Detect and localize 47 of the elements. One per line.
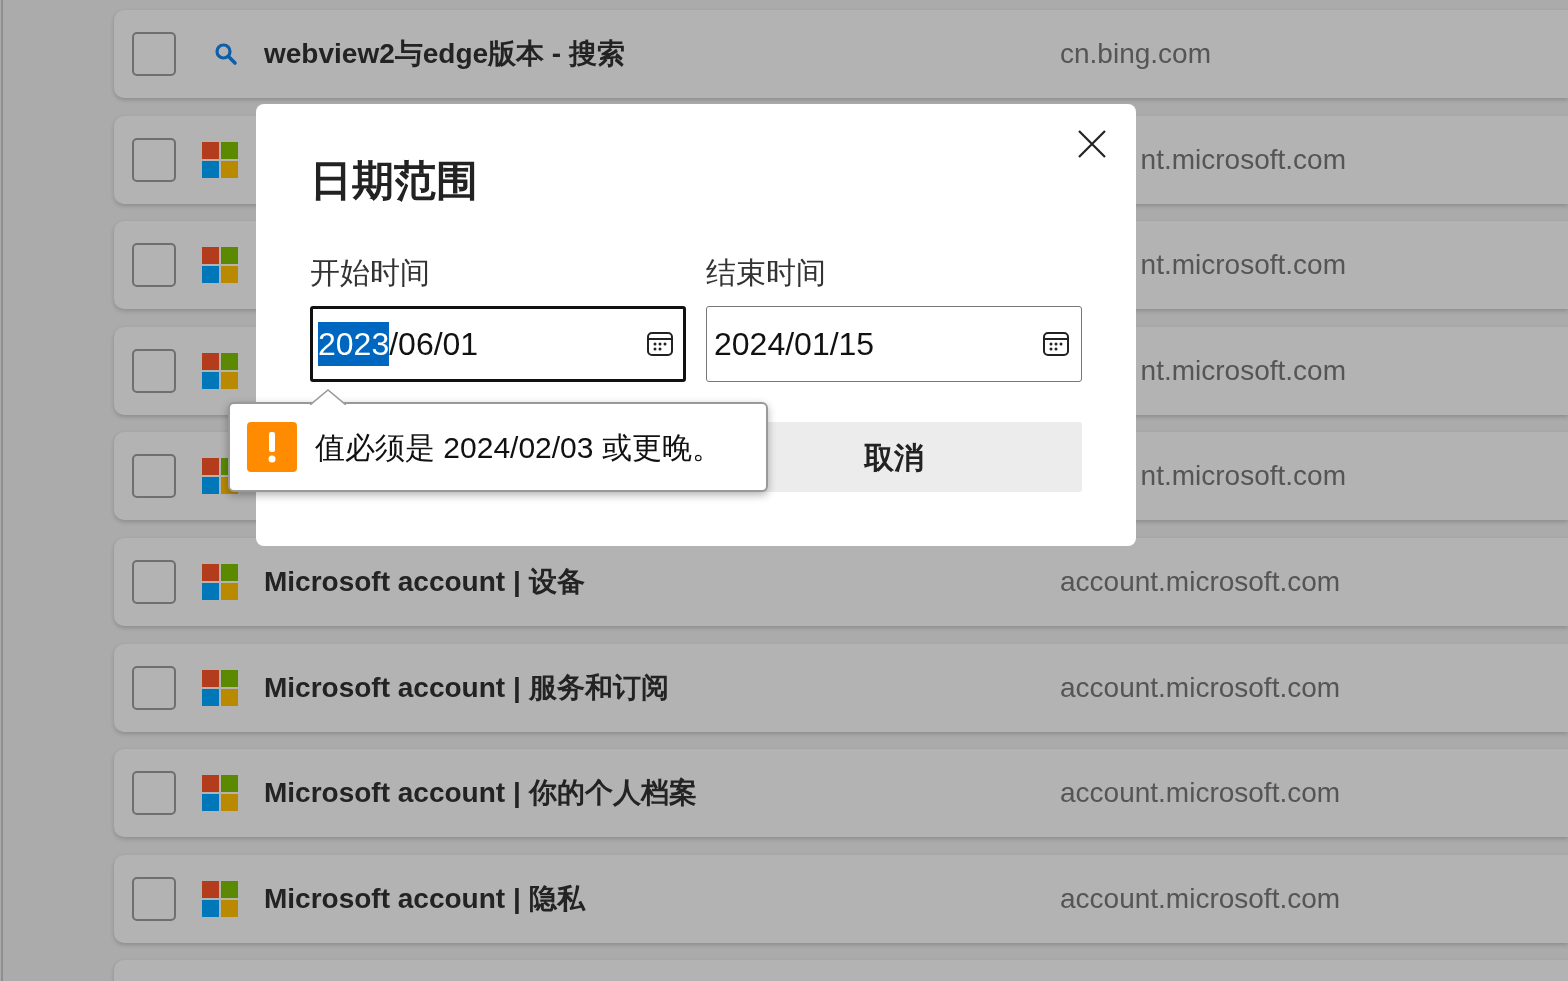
windows-logo-icon bbox=[202, 141, 238, 178]
page-title[interactable]: Microsoft account | 隐私 bbox=[264, 882, 585, 914]
history-item[interactable]: webview2与edge版本 - 搜索 cn.bing.com bbox=[114, 10, 1568, 98]
domain-text: nt.microsoft.com bbox=[1140, 353, 1346, 388]
windows-logo-icon bbox=[202, 669, 238, 706]
date-field[interactable]: 2024/01/15 bbox=[706, 306, 1082, 382]
windows-logo-icon bbox=[202, 563, 238, 600]
checkbox[interactable] bbox=[132, 559, 176, 604]
domain-text: nt.microsoft.com bbox=[1140, 142, 1346, 177]
checkbox[interactable] bbox=[132, 771, 176, 816]
checkbox[interactable] bbox=[132, 348, 176, 393]
domain-text: account.microsoft.com bbox=[1060, 564, 1341, 599]
field-label: 结束时间 bbox=[706, 258, 827, 288]
close-icon bbox=[1078, 130, 1106, 158]
windows-logo-icon bbox=[202, 247, 238, 284]
domain-text: account.microsoft.com bbox=[1060, 776, 1341, 811]
calendar-icon[interactable] bbox=[646, 330, 674, 358]
warning-icon bbox=[247, 422, 297, 472]
page-title[interactable]: Microsoft account | 你的个人档案 bbox=[264, 777, 697, 809]
page-title[interactable]: webview2与edge版本 - 搜索 bbox=[264, 38, 625, 69]
domain-text: nt.microsoft.com bbox=[1140, 248, 1346, 283]
checkbox[interactable] bbox=[132, 454, 176, 499]
history-item[interactable]: Microsoft account | 设备 account.microsoft.com bbox=[114, 537, 1568, 626]
field-label: 开始时间 bbox=[310, 258, 431, 288]
page-title[interactable]: Microsoft account | 设备 bbox=[264, 565, 585, 597]
domain-text: cn.bing.com bbox=[1060, 37, 1211, 71]
checkbox[interactable] bbox=[132, 876, 176, 921]
windows-logo-icon bbox=[202, 775, 238, 812]
domain-text: account.microsoft.com bbox=[1060, 670, 1341, 705]
domain-text: nt.microsoft.com bbox=[1140, 459, 1346, 494]
page-title[interactable]: Microsoft account | 服务和订阅 bbox=[264, 671, 669, 703]
checkbox[interactable] bbox=[132, 665, 176, 710]
checkbox[interactable] bbox=[132, 32, 176, 76]
date-text: 2024/01/15 bbox=[714, 325, 875, 364]
dialog-title: 日期范围 bbox=[310, 160, 479, 202]
checkbox[interactable] bbox=[132, 243, 176, 288]
checkbox[interactable] bbox=[132, 137, 176, 182]
history-item[interactable]: Microsoft account | 你的个人档案 account.microsoft.com bbox=[114, 749, 1568, 838]
calendar-icon[interactable] bbox=[1042, 330, 1070, 358]
history-item[interactable]: Microsoft account | 服务和订阅 account.microsoft.com bbox=[114, 643, 1568, 732]
windows-logo-icon bbox=[202, 880, 238, 917]
close-button[interactable] bbox=[1076, 128, 1108, 160]
windows-logo-icon bbox=[202, 352, 238, 389]
search-icon bbox=[214, 42, 238, 66]
history-item[interactable]: Microsoft account | 隐私 account.microsoft.com bbox=[114, 854, 1568, 943]
domain-text: account.microsoft.com bbox=[1060, 881, 1341, 916]
date-text: /06/01 bbox=[389, 325, 479, 364]
